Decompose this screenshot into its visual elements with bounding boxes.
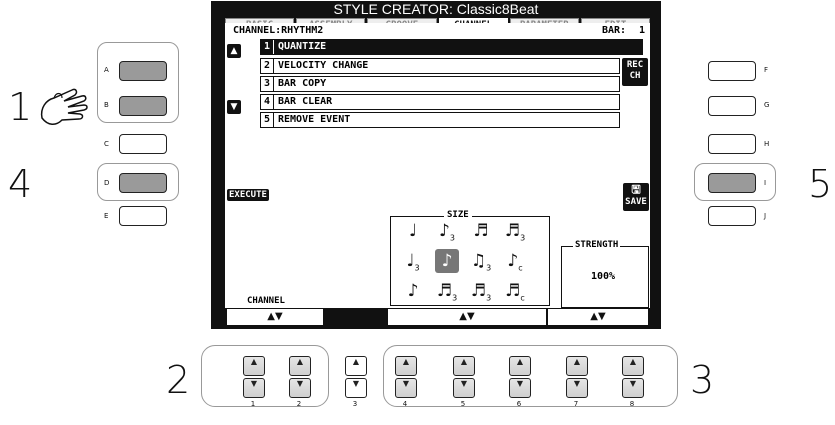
button-f[interactable] <box>708 61 756 81</box>
button-4-label: 4 <box>402 400 408 408</box>
save-button[interactable]: 🖫 SAVE <box>623 183 649 211</box>
eighth-note-icon[interactable]: ♪ <box>435 249 459 273</box>
button-a[interactable] <box>119 61 167 81</box>
sixteenth-c-note-icon[interactable]: ♬c <box>503 279 527 303</box>
menu-item-1[interactable]: 1 QUANTIZE <box>260 39 643 55</box>
button-h-letter: H <box>764 140 770 148</box>
rec-ch-line1: REC <box>626 60 644 70</box>
up-button-6[interactable]: ▲ <box>509 356 531 376</box>
bar-value: 1 <box>639 25 646 36</box>
down-button-4[interactable]: ▼ <box>395 378 417 398</box>
footer-channel-arrows[interactable]: ▲▼ <box>227 309 323 325</box>
button-d[interactable] <box>119 173 167 193</box>
up-button-8[interactable]: ▲ <box>622 356 644 376</box>
eighth-c-note-icon[interactable]: ♪c <box>503 249 527 273</box>
step-5: 5 <box>808 162 833 206</box>
eighth-note-2-icon[interactable]: ♪ <box>401 279 425 303</box>
quarter-triplet-note-icon[interactable]: ♩3 <box>401 249 425 273</box>
button-i-letter: I <box>764 179 767 187</box>
button-j[interactable] <box>708 206 756 226</box>
button-b-letter: B <box>104 101 109 109</box>
lcd-content: CHANNEL:RHYTHM2 BAR: 1 ▲ ▼ 1 QUANTIZE 2 VE… <box>225 23 650 308</box>
button-f-letter: F <box>764 66 769 74</box>
up-button-7[interactable]: ▲ <box>566 356 588 376</box>
down-button-1[interactable]: ▼ <box>243 378 265 398</box>
button-5-label: 5 <box>460 400 466 408</box>
menu-item-5[interactable]: 5 REMOVE EVENT <box>260 112 620 128</box>
up-button-3[interactable]: ▲ <box>345 356 367 376</box>
eighth-triplet-note-icon[interactable]: ♪3 <box>435 219 459 243</box>
down-button-2[interactable]: ▼ <box>289 378 311 398</box>
sixteenth-triplet-note-icon[interactable]: ♬3 <box>435 279 459 303</box>
rec-ch-line2: CH <box>629 71 641 81</box>
button-c-letter: C <box>104 140 109 148</box>
button-2-label: 2 <box>296 400 302 408</box>
sixteenth-swing-note-icon[interactable]: ♬3 <box>503 219 527 243</box>
button-i[interactable] <box>708 173 756 193</box>
button-h[interactable] <box>708 134 756 154</box>
sixteenth-swing-note-2-icon[interactable]: ♬3 <box>469 279 493 303</box>
button-c[interactable] <box>119 134 167 154</box>
down-button-7[interactable]: ▼ <box>566 378 588 398</box>
down-button-3[interactable]: ▼ <box>345 378 367 398</box>
down-button-8[interactable]: ▼ <box>622 378 644 398</box>
bottom-ring-12 <box>201 345 329 407</box>
step-3: 3 <box>690 358 715 402</box>
cursor-down-icon[interactable]: ▼ <box>227 100 241 114</box>
step-4: 4 <box>8 162 33 206</box>
button-d-letter: D <box>104 179 110 187</box>
button-6-label: 6 <box>516 400 522 408</box>
button-3-label: 3 <box>352 400 358 408</box>
sixteenth-note-icon[interactable]: ♬ <box>469 219 493 243</box>
eighth-swing-note-icon[interactable]: ♫3 <box>469 249 493 273</box>
quarter-note-icon[interactable]: ♩ <box>401 219 425 243</box>
footer-size-arrows[interactable]: ▲▼ <box>388 309 546 325</box>
channel-label: CHANNEL:RHYTHM2 <box>233 25 324 36</box>
button-j-letter: J <box>764 212 767 220</box>
button-7-label: 7 <box>573 400 579 408</box>
save-disk-icon: 🖫 <box>631 183 641 196</box>
menu-item-2[interactable]: 2 VELOCITY CHANGE <box>260 58 620 74</box>
button-g-letter: G <box>764 101 770 109</box>
menu-item-4[interactable]: 4 BAR CLEAR <box>260 94 620 110</box>
button-b[interactable] <box>119 96 167 116</box>
button-e-letter: E <box>104 212 109 220</box>
button-g[interactable] <box>708 96 756 116</box>
bar-label: BAR: <box>602 25 627 36</box>
button-8-label: 8 <box>629 400 635 408</box>
pointing-hand-icon <box>40 88 88 125</box>
button-a-letter: A <box>104 66 109 74</box>
channel-footer-label: CHANNEL <box>247 296 285 306</box>
down-button-5[interactable]: ▼ <box>453 378 475 398</box>
up-button-4[interactable]: ▲ <box>395 356 417 376</box>
lcd-screen: STYLE CREATOR: Classic8Beat BASIC ASSEMB… <box>211 1 661 329</box>
save-label: SAVE <box>625 197 647 207</box>
step-2: 2 <box>166 358 191 402</box>
down-button-6[interactable]: ▼ <box>509 378 531 398</box>
footer-strength-arrows[interactable]: ▲▼ <box>548 309 648 325</box>
step-1: 1 <box>8 85 33 129</box>
up-button-2[interactable]: ▲ <box>289 356 311 376</box>
up-button-5[interactable]: ▲ <box>453 356 475 376</box>
button-1-label: 1 <box>250 400 256 408</box>
up-button-1[interactable]: ▲ <box>243 356 265 376</box>
strength-label: STRENGTH <box>573 240 621 250</box>
strength-value: 100% <box>591 271 616 282</box>
menu-item-3[interactable]: 3 BAR COPY <box>260 76 620 92</box>
execute-button[interactable]: EXECUTE <box>227 189 269 201</box>
screen-title: STYLE CREATOR: Classic8Beat <box>333 1 539 17</box>
cursor-up-icon[interactable]: ▲ <box>227 44 241 58</box>
button-e[interactable] <box>119 206 167 226</box>
rec-ch-button[interactable]: REC CH <box>622 58 648 86</box>
